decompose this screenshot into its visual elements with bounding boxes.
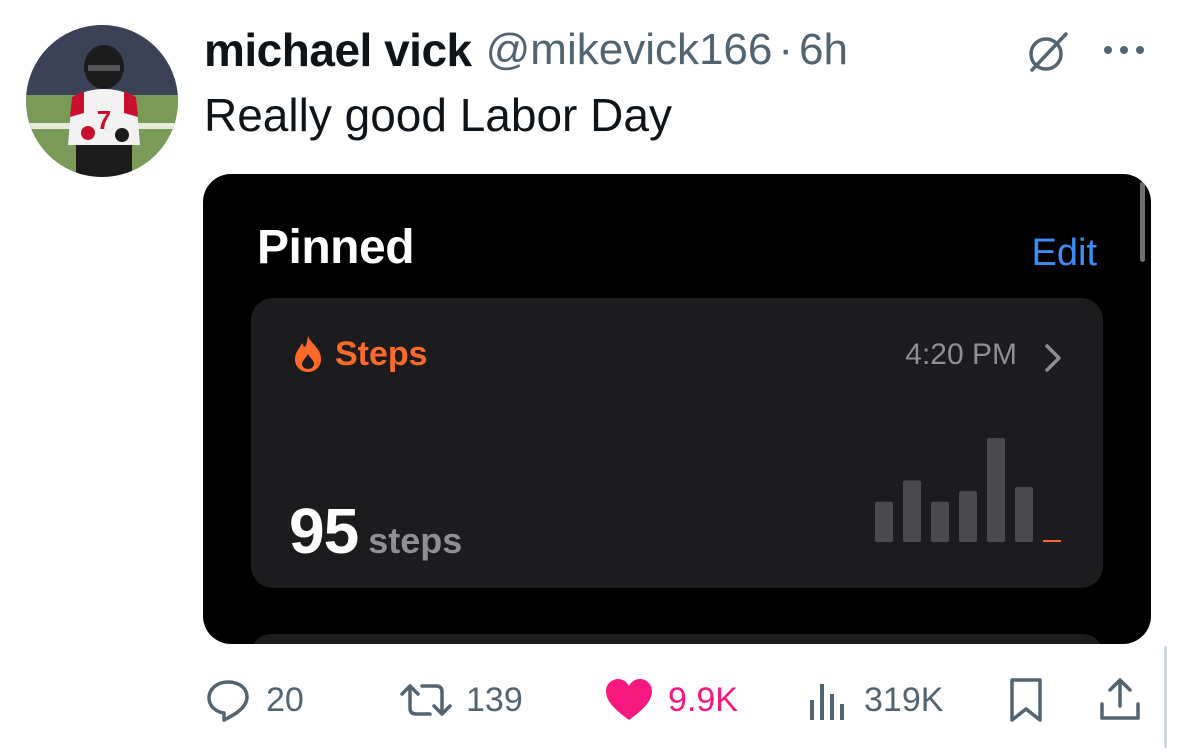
like-button[interactable]: 9.9K [604,660,738,740]
pinned-title: Pinned [257,221,415,274]
views-button[interactable]: 319K [806,660,943,740]
card-time: 4:20 PM [905,338,1017,371]
share-icon [1100,678,1140,720]
bookmark-button[interactable] [1006,660,1046,740]
mini-chart-bar [1015,486,1033,542]
page-scrollbar[interactable] [1164,646,1167,748]
repost-button[interactable]: 139 [400,660,523,740]
next-card-edge [251,634,1103,644]
action-bar: 20 139 9.9K 319K [0,660,1179,740]
mini-chart-bar [931,501,949,542]
author-handle[interactable]: @mikevick166 [486,25,773,75]
reply-button[interactable]: 20 [204,660,304,740]
media-scrollbar [1140,182,1145,262]
steps-value: 95 [289,495,359,567]
like-count: 9.9K [668,680,738,719]
more-icon[interactable] [1100,40,1148,60]
reply-icon [207,680,249,722]
steps-value-group: 95 steps [289,494,462,568]
heart-icon [606,679,652,720]
bookmark-icon [1010,678,1042,722]
edit-button: Edit [1031,232,1097,274]
mini-chart-bar [1043,540,1061,542]
post-header: michael vick @mikevick166 · 6h [204,22,848,78]
mini-chart-bar [987,438,1005,542]
metric-label: Steps [335,334,428,373]
mini-bar-chart [875,438,1061,542]
mini-chart-bar [875,501,893,542]
share-button[interactable] [1098,660,1142,740]
post-timestamp[interactable]: 6h [799,25,848,75]
svg-text:7: 7 [97,105,111,135]
views-icon [810,684,844,720]
separator-dot: · [778,25,794,74]
view-count: 319K [864,680,944,719]
author-name[interactable]: michael vick [204,23,472,77]
steps-label-group: Steps [291,334,428,374]
steps-unit: steps [368,520,463,561]
steps-card: Steps 4:20 PM 95 steps [251,298,1103,588]
mini-chart-bar [959,491,977,542]
flame-icon [295,336,321,372]
avatar[interactable]: 7 [26,25,178,177]
repost-count: 139 [466,680,523,719]
reply-count: 20 [266,680,304,719]
repost-icon [400,684,452,716]
post-media-image[interactable]: Pinned Edit Steps 4:20 PM 95 steps [203,174,1151,644]
mini-chart-bar [903,480,921,542]
grok-icon[interactable] [1024,28,1072,76]
chevron-right-icon [1045,344,1061,372]
post-text: Really good Labor Day [204,89,672,141]
